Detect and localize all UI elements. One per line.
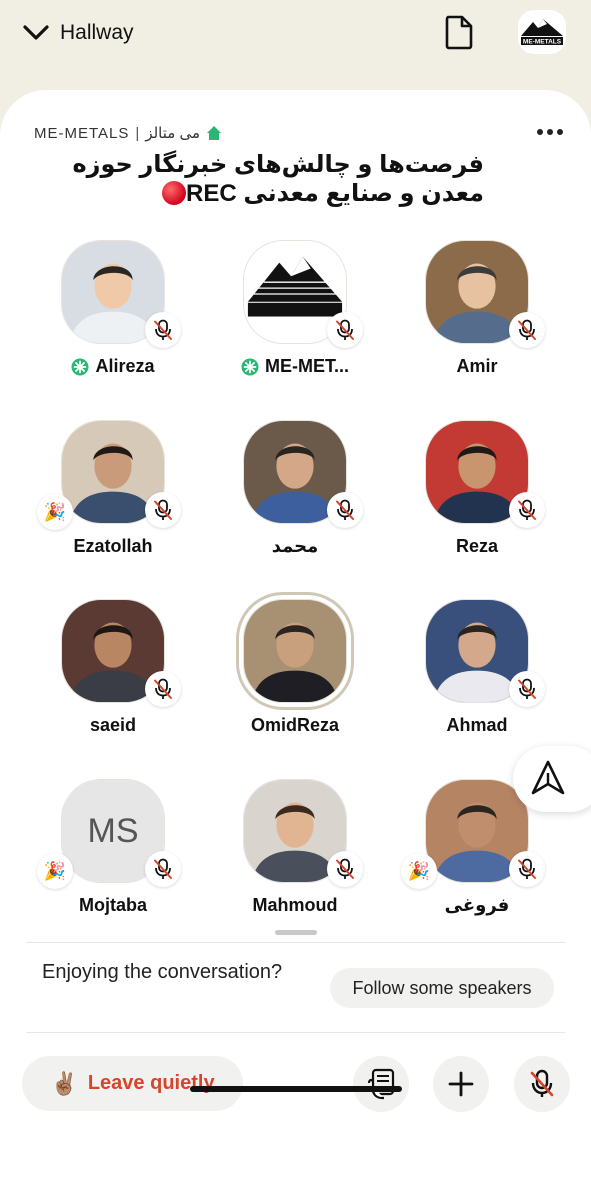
mic-off-icon bbox=[145, 312, 181, 348]
speaker-name-text: Mojtaba bbox=[78, 895, 147, 915]
speaker-name: محمد bbox=[215, 536, 375, 557]
plus-icon bbox=[448, 1071, 474, 1097]
house-icon bbox=[207, 126, 221, 140]
speaker-tile[interactable]: saeid bbox=[33, 599, 193, 769]
speaker-name: ME-MET... bbox=[215, 356, 375, 377]
speaker-name: Ahmad bbox=[397, 715, 557, 736]
speaker-tile[interactable]: Alireza bbox=[33, 240, 193, 410]
divider bbox=[26, 942, 565, 943]
speaker-name-text: Reza bbox=[455, 536, 499, 556]
speaker-name-text: Ezatollah bbox=[73, 536, 153, 556]
speaker-name: OmidReza bbox=[215, 715, 375, 736]
more-options-button[interactable] bbox=[532, 120, 568, 144]
party-popper-icon: 🎉 bbox=[37, 853, 73, 889]
speaker-name: Mojtaba bbox=[33, 895, 193, 916]
leave-quietly-button[interactable]: ✌🏽 Leave quietly bbox=[22, 1056, 243, 1111]
speaker-name: Alireza bbox=[33, 356, 193, 377]
speaker-tile[interactable]: Reza bbox=[397, 420, 557, 590]
speaker-name-text: Ahmad bbox=[446, 715, 508, 735]
mic-off-icon bbox=[145, 851, 181, 887]
divider bbox=[26, 1032, 565, 1033]
party-popper-icon: 🎉 bbox=[401, 853, 437, 889]
speaker-name-text: ME-MET... bbox=[265, 356, 349, 376]
home-indicator bbox=[190, 1086, 402, 1092]
room-title: فرصت‌ها و چالش‌های خبرنگار حوزه معدن و ص… bbox=[34, 150, 484, 208]
mic-off-icon bbox=[509, 312, 545, 348]
mic-off-icon bbox=[145, 492, 181, 528]
mic-off-icon bbox=[327, 851, 363, 887]
mic-off-icon bbox=[530, 1069, 554, 1097]
enjoy-text: Enjoying the conversation? bbox=[42, 961, 283, 983]
raise-hand-icon bbox=[367, 1068, 395, 1100]
speaker-name: فروغی bbox=[397, 895, 557, 916]
club-name-fa: می متالز bbox=[145, 125, 200, 142]
moderator-icon bbox=[71, 358, 89, 375]
hallway-button[interactable]: Hallway bbox=[22, 16, 134, 50]
mic-off-icon bbox=[327, 492, 363, 528]
mic-off-icon bbox=[327, 312, 363, 348]
mic-off-icon bbox=[509, 492, 545, 528]
moderator-icon bbox=[241, 358, 259, 375]
speaker-tile[interactable]: OmidReza bbox=[215, 599, 375, 769]
peace-hand-icon: ✌🏽 bbox=[50, 1070, 78, 1096]
svg-text:ME-METALS: ME-METALS bbox=[523, 39, 562, 46]
speaker-name-text: فروغی bbox=[444, 895, 510, 915]
speaker-name: Ezatollah bbox=[33, 536, 193, 557]
mic-toggle-button[interactable] bbox=[514, 1056, 570, 1112]
speaker-tile[interactable]: ME-MET... bbox=[215, 240, 375, 410]
mic-off-icon bbox=[509, 671, 545, 707]
speaker-name: Amir bbox=[397, 356, 557, 377]
speaker-tile[interactable]: MS 🎉 Mojtaba bbox=[33, 779, 193, 949]
send-icon bbox=[531, 760, 565, 795]
club-avatar[interactable]: ME-METALS bbox=[518, 10, 566, 54]
share-button[interactable] bbox=[513, 746, 591, 812]
speaker-tile[interactable]: Amir bbox=[397, 240, 557, 410]
hallway-label: Hallway bbox=[60, 21, 134, 44]
rec-dot-icon bbox=[162, 181, 186, 205]
speaker-name-text: OmidReza bbox=[250, 715, 340, 735]
speaker-name-text: Alireza bbox=[95, 356, 155, 376]
club-separator: | bbox=[135, 124, 140, 142]
speaker-name: saeid bbox=[33, 715, 193, 736]
club-row[interactable]: ME-METALS | می متالز bbox=[34, 122, 222, 144]
speaker-name-text: Amir bbox=[456, 356, 498, 376]
speaker-name-text: saeid bbox=[89, 715, 137, 735]
drag-handle[interactable] bbox=[275, 930, 317, 935]
speaker-name: Reza bbox=[397, 536, 557, 557]
party-popper-icon: 🎉 bbox=[37, 494, 73, 530]
club-name: ME-METALS bbox=[34, 124, 130, 142]
room-title-text: فرصت‌ها و چالش‌های خبرنگار حوزه معدن و ص… bbox=[72, 151, 484, 207]
top-bar: Hallway ME-METALS bbox=[0, 0, 591, 90]
chevron-down-icon bbox=[22, 24, 50, 42]
document-icon[interactable] bbox=[444, 14, 474, 50]
speaker-name-text: Mahmoud bbox=[252, 895, 338, 915]
rec-label: REC bbox=[186, 180, 237, 207]
speaker-tile[interactable]: Ahmad bbox=[397, 599, 557, 769]
follow-speakers-button[interactable]: Follow some speakers bbox=[330, 968, 554, 1008]
add-button[interactable] bbox=[433, 1056, 489, 1112]
speaker-name-text: محمد bbox=[271, 536, 319, 556]
speaker-name: Mahmoud bbox=[215, 895, 375, 916]
speaker-tile[interactable]: محمد bbox=[215, 420, 375, 590]
speaker-tile[interactable]: Mahmoud bbox=[215, 779, 375, 949]
speaker-tile[interactable]: 🎉 Ezatollah bbox=[33, 420, 193, 590]
mic-off-icon bbox=[509, 851, 545, 887]
speaker-avatar[interactable] bbox=[243, 599, 347, 703]
raise-hand-button[interactable] bbox=[353, 1056, 409, 1112]
mic-off-icon bbox=[145, 671, 181, 707]
